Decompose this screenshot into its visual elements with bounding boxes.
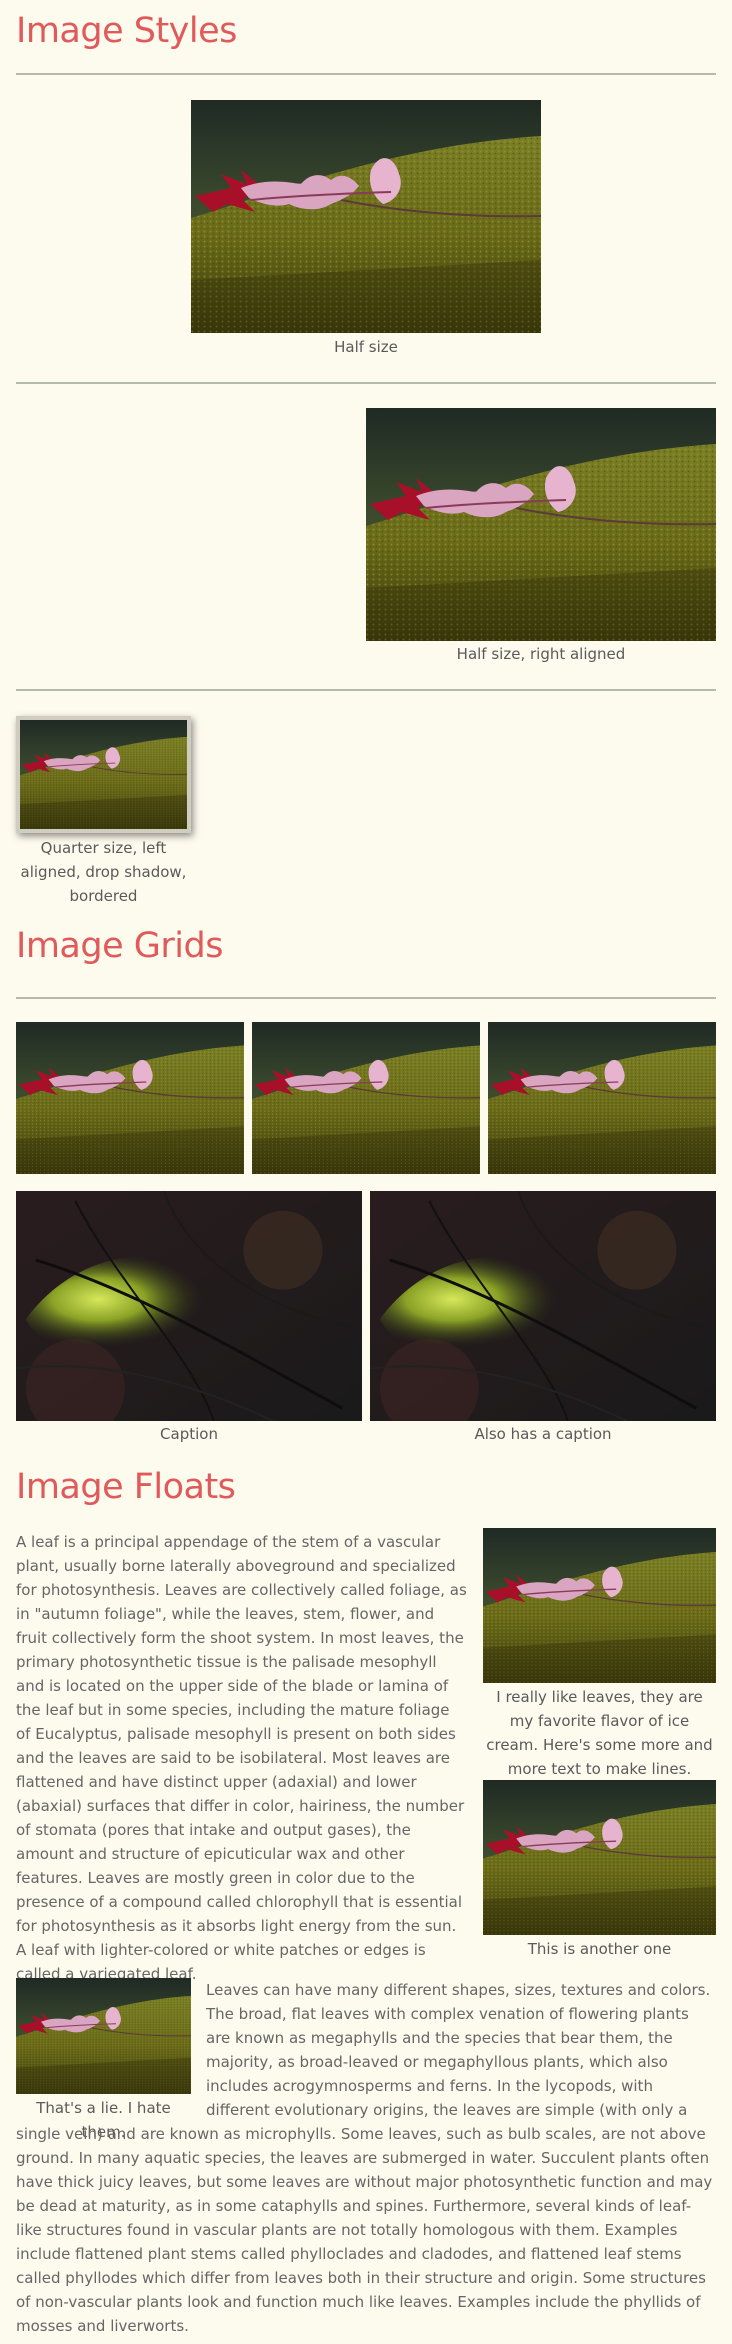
float-leaf-image-right-2 (483, 1780, 716, 1935)
grid-caption-2: Also has a caption (474, 1425, 612, 1443)
leaf-image-quarter-bordered (16, 716, 191, 833)
grid-moss-image-2 (370, 1191, 716, 1421)
leaf-image-right-aligned (366, 408, 716, 641)
grid-moss-image-1 (16, 1191, 362, 1421)
float-paragraph-2: Leaves can have many different shapes, s… (16, 1978, 716, 2338)
section-heading-image-floats: Image Floats (16, 1467, 236, 1507)
float-paragraph-1: A leaf is a principal appendage of the s… (16, 1533, 467, 1983)
float-spacer (16, 1978, 206, 2120)
caption-quarter-size: Quarter size, left aligned, drop shadow,… (20, 839, 187, 905)
float-caption-right-2: This is another one (527, 1940, 672, 1958)
divider (16, 689, 716, 691)
grid-leaf-image-2 (252, 1022, 480, 1174)
float-caption-right-1: I really like leaves, they are my favori… (486, 1688, 713, 1778)
divider (16, 73, 716, 75)
grid-leaf-image-3 (488, 1022, 716, 1174)
grid-leaf-image-1 (16, 1022, 244, 1174)
caption-half-size: Half size (334, 338, 398, 356)
leaf-image-half (191, 100, 541, 333)
divider (16, 997, 716, 999)
caption-right-aligned: Half size, right aligned (456, 645, 626, 663)
grid-caption-1: Caption (160, 1425, 218, 1443)
float-leaf-image-right-1 (483, 1528, 716, 1683)
section-heading-image-grids: Image Grids (16, 926, 223, 966)
section-heading-image-styles: Image Styles (16, 11, 237, 51)
divider (16, 382, 716, 384)
